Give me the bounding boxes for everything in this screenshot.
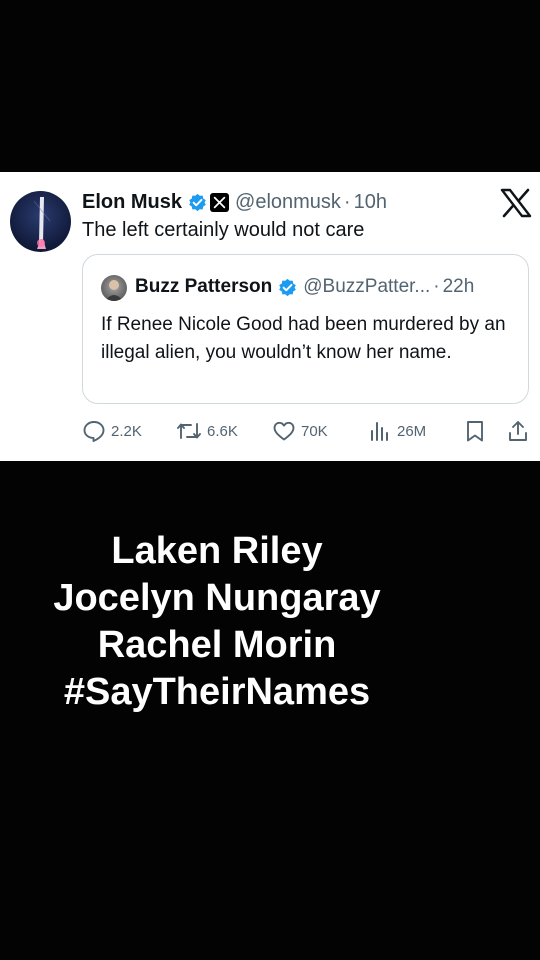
views-button[interactable]: 26M — [368, 418, 426, 444]
quoted-tweet[interactable]: Buzz Patterson @BuzzPatter... · 22h If R… — [82, 254, 529, 404]
quoted-tweet-text: If Renee Nicole Good had been murdered b… — [101, 314, 506, 363]
repost-icon — [177, 423, 201, 439]
like-count: 70K — [301, 422, 328, 440]
like-button[interactable]: 70K — [272, 418, 328, 444]
tweet-card[interactable]: Elon Musk @elonmusk · 10h The left certa… — [0, 172, 540, 461]
reply-count: 2.2K — [111, 422, 142, 440]
separator-dot: · — [433, 276, 440, 297]
share-button[interactable] — [507, 418, 529, 444]
reply-icon — [83, 421, 105, 442]
bookmark-icon — [467, 421, 483, 442]
caption-line: Jocelyn Nungaray — [53, 577, 381, 619]
views-chart-icon — [371, 422, 388, 441]
tweet-actions: 2.2K 6.6K 70K 26M — [82, 418, 532, 444]
author-avatar[interactable] — [10, 191, 71, 252]
verified-badge-icon — [189, 193, 206, 211]
separator-dot: · — [343, 191, 351, 213]
quoted-author-name[interactable]: Buzz Patterson — [135, 275, 272, 299]
x-logo-icon[interactable] — [500, 188, 532, 218]
share-icon — [509, 421, 527, 441]
person-photo-icon — [105, 280, 123, 301]
verified-badge-icon — [279, 278, 297, 296]
caption-line: #SayTheirNames — [63, 671, 371, 713]
rocket-launch-icon — [33, 197, 51, 249]
repost-count: 6.6K — [207, 422, 238, 440]
caption-line: Rachel Morin — [97, 624, 337, 666]
heart-icon — [273, 421, 295, 441]
repost-button[interactable]: 6.6K — [176, 418, 238, 444]
tweet-header: Elon Musk @elonmusk · 10h — [82, 190, 387, 214]
bookmark-button[interactable] — [464, 418, 486, 444]
author-name[interactable]: Elon Musk — [82, 190, 182, 214]
views-count: 26M — [397, 422, 427, 440]
quoted-tweet-time[interactable]: 22h — [443, 275, 475, 299]
quoted-author-handle[interactable]: @BuzzPatter... — [303, 275, 430, 299]
tweet-time[interactable]: 10h — [354, 190, 387, 214]
caption-line: Laken Riley — [111, 530, 323, 572]
tweet-text: The left certainly would not care — [82, 219, 365, 241]
reply-button[interactable]: 2.2K — [82, 418, 142, 444]
x-affiliation-icon — [210, 192, 230, 212]
quoted-header: Buzz Patterson @BuzzPatter... · 22h — [135, 275, 474, 299]
overlay-caption: Laken Riley Jocelyn Nungaray Rachel Mori… — [0, 528, 434, 716]
quoted-author-avatar[interactable] — [101, 275, 127, 301]
author-handle[interactable]: @elonmusk — [235, 190, 341, 214]
